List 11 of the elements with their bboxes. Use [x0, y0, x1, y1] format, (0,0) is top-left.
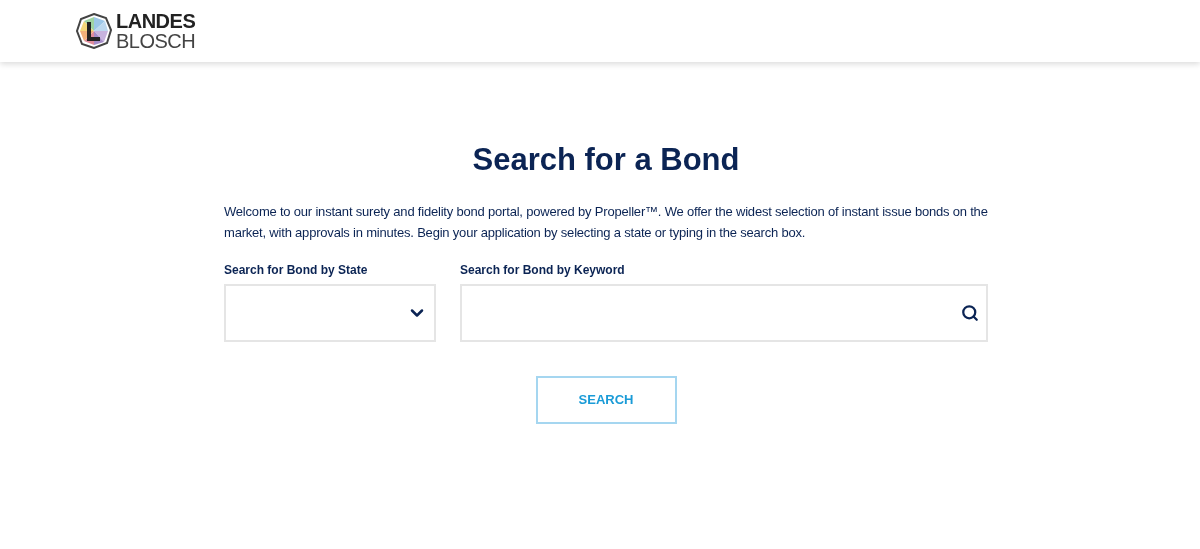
search-button[interactable]: SEARCH — [535, 376, 677, 424]
logo-wordmark: LANDES — [116, 11, 196, 31]
intro-paragraph: Welcome to our instant surety and fidelity bond portal, powered by Propeller™. We offer the widest selection of instant issue bonds on the market, with approvals in minutes. Begin your application by selecting a state or typing in the search box. — [224, 203, 988, 242]
state-select[interactable] — [224, 284, 436, 342]
field-label: Search for Bond by Keyword — [460, 262, 626, 279]
keyword-search-field[interactable] — [460, 284, 988, 342]
field-label: Search for Bond by State — [224, 262, 369, 279]
logo-icon — [76, 13, 112, 49]
search-icon[interactable] — [961, 304, 979, 322]
page-title: Search for a Bond — [471, 141, 741, 179]
logo-wordmark: BLOSCH — [116, 31, 196, 51]
